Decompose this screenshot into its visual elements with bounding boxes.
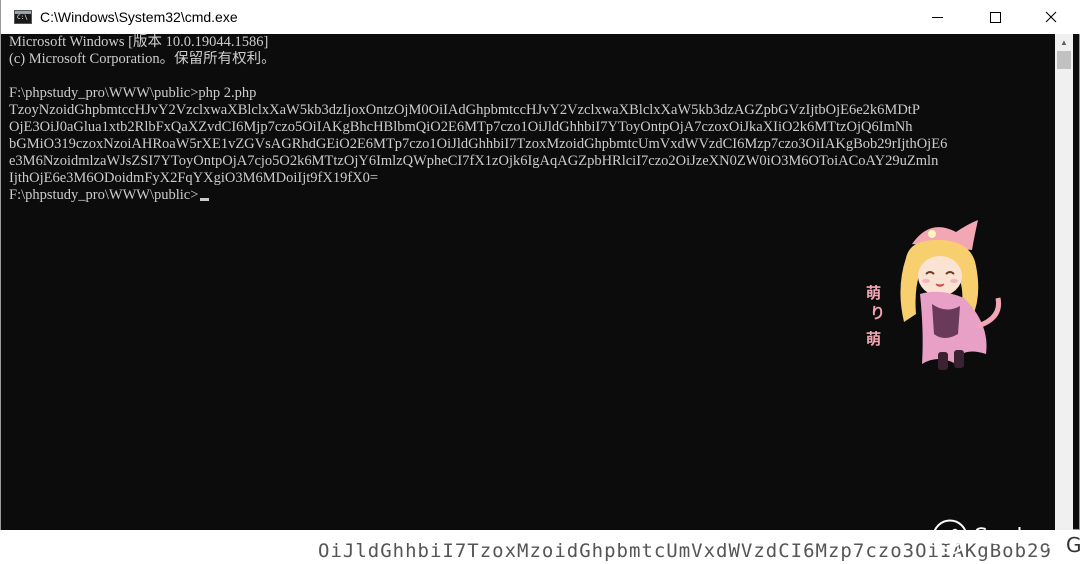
window-title: C:\Windows\System32\cmd.exe bbox=[40, 9, 238, 25]
seebug-logo-icon bbox=[932, 519, 968, 555]
svg-text:萌: 萌 bbox=[866, 330, 881, 348]
watermark-label: Seebug bbox=[974, 524, 1060, 550]
console-line: Microsoft Windows [版本 10.0.19044.1586] bbox=[9, 34, 269, 50]
prompt-text: F:\phpstudy_pro\WWW\public> bbox=[9, 187, 199, 203]
svg-text:萌: 萌 bbox=[866, 284, 881, 302]
maximize-icon bbox=[989, 11, 1001, 23]
console-line: OjE3OiJ0aGlua1xtb2RlbFxQaXZvdCI6Mjp7czo5… bbox=[9, 119, 913, 135]
console-line: e3M6NzoidmlzaWJsZSI7YToyOntpOjA7cjo5O2k6… bbox=[9, 153, 939, 169]
svg-text:り: り bbox=[870, 304, 885, 322]
console-prompt-line[interactable]: F:\phpstudy_pro\WWW\public> bbox=[9, 187, 1055, 204]
minimize-button[interactable] bbox=[913, 0, 961, 34]
cmd-console-icon[interactable] bbox=[14, 10, 32, 24]
console-line: (c) Microsoft Corporation。保留所有权利。 bbox=[9, 51, 276, 67]
close-button[interactable] bbox=[1027, 0, 1075, 34]
console-line: bGMiO319czoxNzoiAHRoaW5rXE1vZGVsAGRhdGEi… bbox=[9, 136, 948, 152]
close-icon bbox=[1045, 11, 1057, 23]
console-line: IjthOjE6e3M6ODoidmFyX2FqYXgiO3M6MDoiIjt9… bbox=[9, 170, 379, 186]
console-line: F:\phpstudy_pro\WWW\public>php 2.php bbox=[9, 85, 257, 101]
scroll-thumb[interactable] bbox=[1057, 51, 1071, 69]
sticker-caption: 萌 り 萌 bbox=[866, 284, 885, 348]
seebug-watermark: Seebug bbox=[932, 518, 1060, 556]
vertical-scrollbar[interactable]: ▲ bbox=[1055, 34, 1073, 530]
maximize-button[interactable] bbox=[971, 0, 1019, 34]
minimize-icon bbox=[931, 16, 943, 18]
title-bar[interactable]: C:\Windows\System32\cmd.exe bbox=[1, 0, 1080, 34]
text-cursor bbox=[200, 198, 210, 201]
console-line: TzoyNzoidGhpbmtccHJvY2VzclxwaXBlclxXaW5k… bbox=[9, 102, 920, 118]
scroll-up-arrow-icon[interactable]: ▲ bbox=[1055, 34, 1073, 51]
anime-girl-sticker: 萌 り 萌 bbox=[866, 220, 1002, 370]
